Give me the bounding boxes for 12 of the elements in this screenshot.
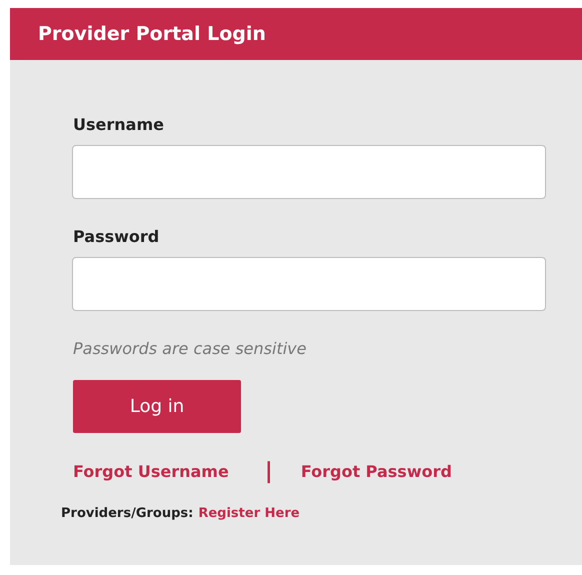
portal-title: Provider Portal Login <box>38 23 266 45</box>
separator-text: | <box>264 459 273 484</box>
field-label: Username <box>73 115 164 134</box>
login-button[interactable]: Log in <box>73 380 241 433</box>
field-label: Password <box>73 227 160 246</box>
forgot-username-link[interactable]: Forgot Username <box>73 462 229 481</box>
register-prompt: Providers/Groups: <box>61 506 194 521</box>
input-field[interactable] <box>72 145 546 199</box>
input-field[interactable] <box>72 257 546 311</box>
hint-text: Passwords are case sensitive <box>73 339 306 358</box>
register-link[interactable]: Register Here <box>198 506 300 521</box>
forgot-password-link[interactable]: Forgot Password <box>300 462 452 481</box>
